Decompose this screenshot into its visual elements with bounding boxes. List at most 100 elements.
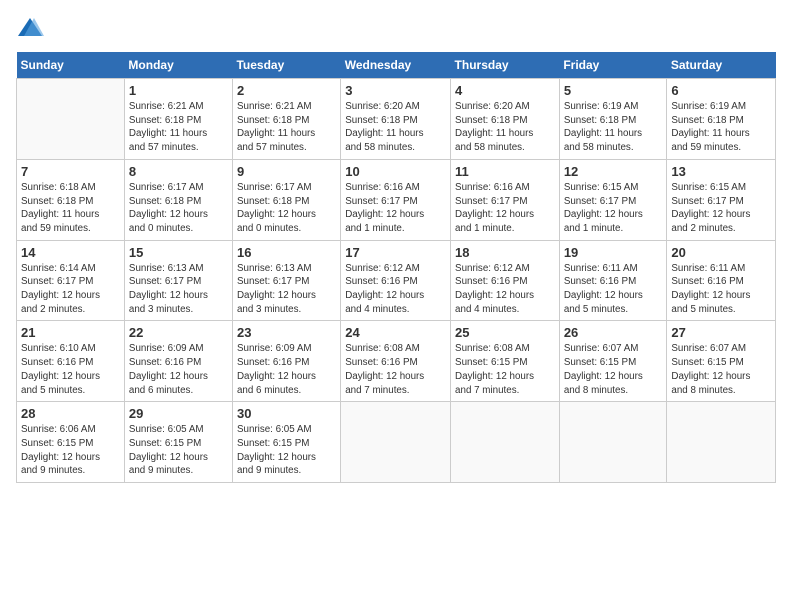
calendar-cell: 9 Sunrise: 6:17 AMSunset: 6:18 PMDaylight… bbox=[232, 159, 340, 240]
day-number: 3 bbox=[345, 83, 446, 98]
day-number: 28 bbox=[21, 406, 120, 421]
calendar-cell: 10Sunrise: 6:16 AMSunset: 6:17 PMDayligh… bbox=[341, 159, 451, 240]
logo bbox=[16, 16, 48, 40]
col-header-saturday: Saturday bbox=[667, 52, 776, 79]
calendar-cell: 21 Sunrise: 6:10 AMSunset: 6:16 PMDayligh… bbox=[17, 321, 125, 402]
day-info: Sunrise: 6:07 AMSunset: 6:15 PMDaylight:… bbox=[564, 342, 663, 397]
calendar-week-row: 21 Sunrise: 6:10 AMSunset: 6:16 PMDayligh… bbox=[17, 321, 776, 402]
calendar-cell: 12Sunrise: 6:15 AMSunset: 6:17 PMDayligh… bbox=[559, 159, 667, 240]
calendar-cell: 1Sunrise: 6:21 AMSunset: 6:18 PMDaylight… bbox=[124, 79, 232, 160]
calendar-cell: 6 Sunrise: 6:19 AMSunset: 6:18 PMDaylight… bbox=[667, 79, 776, 160]
calendar-cell: 25 Sunrise: 6:08 AMSunset: 6:15 PMDayligh… bbox=[451, 321, 560, 402]
col-header-tuesday: Tuesday bbox=[232, 52, 340, 79]
day-info: Sunrise: 6:19 AMSunset: 6:18 PMDaylight:… bbox=[671, 100, 771, 155]
calendar-cell: 4Sunrise: 6:20 AMSunset: 6:18 PMDaylight… bbox=[451, 79, 560, 160]
day-number: 6 bbox=[671, 83, 771, 98]
day-number: 26 bbox=[564, 325, 663, 340]
day-number: 11 bbox=[455, 164, 555, 179]
day-info: Sunrise: 6:11 AMSunset: 6:16 PMDaylight:… bbox=[564, 262, 663, 317]
day-info: Sunrise: 6:12 AMSunset: 6:16 PMDaylight:… bbox=[455, 262, 555, 317]
calendar-cell: 3 Sunrise: 6:20 AMSunset: 6:18 PMDaylight… bbox=[341, 79, 451, 160]
day-number: 23 bbox=[237, 325, 336, 340]
day-number: 18 bbox=[455, 245, 555, 260]
day-info: Sunrise: 6:16 AMSunset: 6:17 PMDaylight:… bbox=[345, 181, 446, 236]
calendar-cell: 14Sunrise: 6:14 AMSunset: 6:17 PMDayligh… bbox=[17, 240, 125, 321]
logo-icon bbox=[16, 16, 44, 40]
calendar-cell: 28 Sunrise: 6:06 AMSunset: 6:15 PMDayligh… bbox=[17, 402, 125, 483]
day-info: Sunrise: 6:08 AMSunset: 6:16 PMDaylight:… bbox=[345, 342, 446, 397]
day-number: 12 bbox=[564, 164, 663, 179]
day-number: 5 bbox=[564, 83, 663, 98]
day-info: Sunrise: 6:19 AMSunset: 6:18 PMDaylight:… bbox=[564, 100, 663, 155]
day-info: Sunrise: 6:12 AMSunset: 6:16 PMDaylight:… bbox=[345, 262, 446, 317]
day-number: 21 bbox=[21, 325, 120, 340]
day-info: Sunrise: 6:06 AMSunset: 6:15 PMDaylight:… bbox=[21, 423, 120, 478]
day-number: 16 bbox=[237, 245, 336, 260]
day-info: Sunrise: 6:13 AMSunset: 6:17 PMDaylight:… bbox=[237, 262, 336, 317]
day-number: 1 bbox=[129, 83, 228, 98]
day-number: 30 bbox=[237, 406, 336, 421]
calendar-cell: 5 Sunrise: 6:19 AMSunset: 6:18 PMDaylight… bbox=[559, 79, 667, 160]
day-number: 9 bbox=[237, 164, 336, 179]
calendar-week-row: 7 Sunrise: 6:18 AMSunset: 6:18 PMDaylight… bbox=[17, 159, 776, 240]
calendar-cell: 29 Sunrise: 6:05 AMSunset: 6:15 PMDayligh… bbox=[124, 402, 232, 483]
calendar-week-row: 1 Sunrise: 6:21 AMSunset: 6:18 PMDaylight… bbox=[17, 79, 776, 160]
day-info: Sunrise: 6:09 AMSunset: 6:16 PMDaylight:… bbox=[129, 342, 228, 397]
day-info: Sunrise: 6:08 AMSunset: 6:15 PMDaylight:… bbox=[455, 342, 555, 397]
day-number: 22 bbox=[129, 325, 228, 340]
calendar-cell: 16 Sunrise: 6:13 AMSunset: 6:17 PMDayligh… bbox=[232, 240, 340, 321]
calendar-cell: 30 Sunrise: 6:05 AMSunset: 6:15 PMDayligh… bbox=[232, 402, 340, 483]
calendar-cell: 27 Sunrise: 6:07 AMSunset: 6:15 PMDayligh… bbox=[667, 321, 776, 402]
calendar-week-row: 14Sunrise: 6:14 AMSunset: 6:17 PMDayligh… bbox=[17, 240, 776, 321]
col-header-friday: Friday bbox=[559, 52, 667, 79]
calendar-cell: 24 Sunrise: 6:08 AMSunset: 6:16 PMDayligh… bbox=[341, 321, 451, 402]
calendar-cell: 19 Sunrise: 6:11 AMSunset: 6:16 PMDayligh… bbox=[559, 240, 667, 321]
day-info: Sunrise: 6:09 AMSunset: 6:16 PMDaylight:… bbox=[237, 342, 336, 397]
day-number: 8 bbox=[129, 164, 228, 179]
day-info: Sunrise: 6:13 AMSunset: 6:17 PMDaylight:… bbox=[129, 262, 228, 317]
day-number: 2 bbox=[237, 83, 336, 98]
day-number: 7 bbox=[21, 164, 120, 179]
col-header-monday: Monday bbox=[124, 52, 232, 79]
day-number: 19 bbox=[564, 245, 663, 260]
day-info: Sunrise: 6:20 AMSunset: 6:18 PMDaylight:… bbox=[455, 100, 555, 155]
day-number: 20 bbox=[671, 245, 771, 260]
day-number: 27 bbox=[671, 325, 771, 340]
calendar-cell bbox=[559, 402, 667, 483]
col-header-wednesday: Wednesday bbox=[341, 52, 451, 79]
day-info: Sunrise: 6:07 AMSunset: 6:15 PMDaylight:… bbox=[671, 342, 771, 397]
day-info: Sunrise: 6:18 AMSunset: 6:18 PMDaylight:… bbox=[21, 181, 120, 236]
calendar-cell: 11 Sunrise: 6:16 AMSunset: 6:17 PMDayligh… bbox=[451, 159, 560, 240]
calendar-cell bbox=[667, 402, 776, 483]
day-info: Sunrise: 6:05 AMSunset: 6:15 PMDaylight:… bbox=[237, 423, 336, 478]
calendar-table: SundayMondayTuesdayWednesdayThursdayFrid… bbox=[16, 52, 776, 483]
day-number: 29 bbox=[129, 406, 228, 421]
day-info: Sunrise: 6:17 AMSunset: 6:18 PMDaylight:… bbox=[237, 181, 336, 236]
day-number: 13 bbox=[671, 164, 771, 179]
calendar-header-row: SundayMondayTuesdayWednesdayThursdayFrid… bbox=[17, 52, 776, 79]
calendar-cell: 23 Sunrise: 6:09 AMSunset: 6:16 PMDayligh… bbox=[232, 321, 340, 402]
day-number: 25 bbox=[455, 325, 555, 340]
day-info: Sunrise: 6:20 AMSunset: 6:18 PMDaylight:… bbox=[345, 100, 446, 155]
calendar-cell: 2 Sunrise: 6:21 AMSunset: 6:18 PMDaylight… bbox=[232, 79, 340, 160]
col-header-sunday: Sunday bbox=[17, 52, 125, 79]
calendar-cell bbox=[341, 402, 451, 483]
day-info: Sunrise: 6:16 AMSunset: 6:17 PMDaylight:… bbox=[455, 181, 555, 236]
day-number: 14 bbox=[21, 245, 120, 260]
day-number: 24 bbox=[345, 325, 446, 340]
calendar-week-row: 28 Sunrise: 6:06 AMSunset: 6:15 PMDayligh… bbox=[17, 402, 776, 483]
calendar-cell: 18 Sunrise: 6:12 AMSunset: 6:16 PMDayligh… bbox=[451, 240, 560, 321]
day-info: Sunrise: 6:21 AMSunset: 6:18 PMDaylight:… bbox=[237, 100, 336, 155]
calendar-cell: 15 Sunrise: 6:13 AMSunset: 6:17 PMDayligh… bbox=[124, 240, 232, 321]
day-info: Sunrise: 6:05 AMSunset: 6:15 PMDaylight:… bbox=[129, 423, 228, 478]
calendar-cell: 13Sunrise: 6:15 AMSunset: 6:17 PMDayligh… bbox=[667, 159, 776, 240]
day-info: Sunrise: 6:17 AMSunset: 6:18 PMDaylight:… bbox=[129, 181, 228, 236]
calendar-cell: 20Sunrise: 6:11 AMSunset: 6:16 PMDayligh… bbox=[667, 240, 776, 321]
calendar-cell: 8 Sunrise: 6:17 AMSunset: 6:18 PMDaylight… bbox=[124, 159, 232, 240]
calendar-cell: 26 Sunrise: 6:07 AMSunset: 6:15 PMDayligh… bbox=[559, 321, 667, 402]
day-info: Sunrise: 6:10 AMSunset: 6:16 PMDaylight:… bbox=[21, 342, 120, 397]
day-number: 17 bbox=[345, 245, 446, 260]
col-header-thursday: Thursday bbox=[451, 52, 560, 79]
calendar-cell bbox=[451, 402, 560, 483]
day-number: 15 bbox=[129, 245, 228, 260]
